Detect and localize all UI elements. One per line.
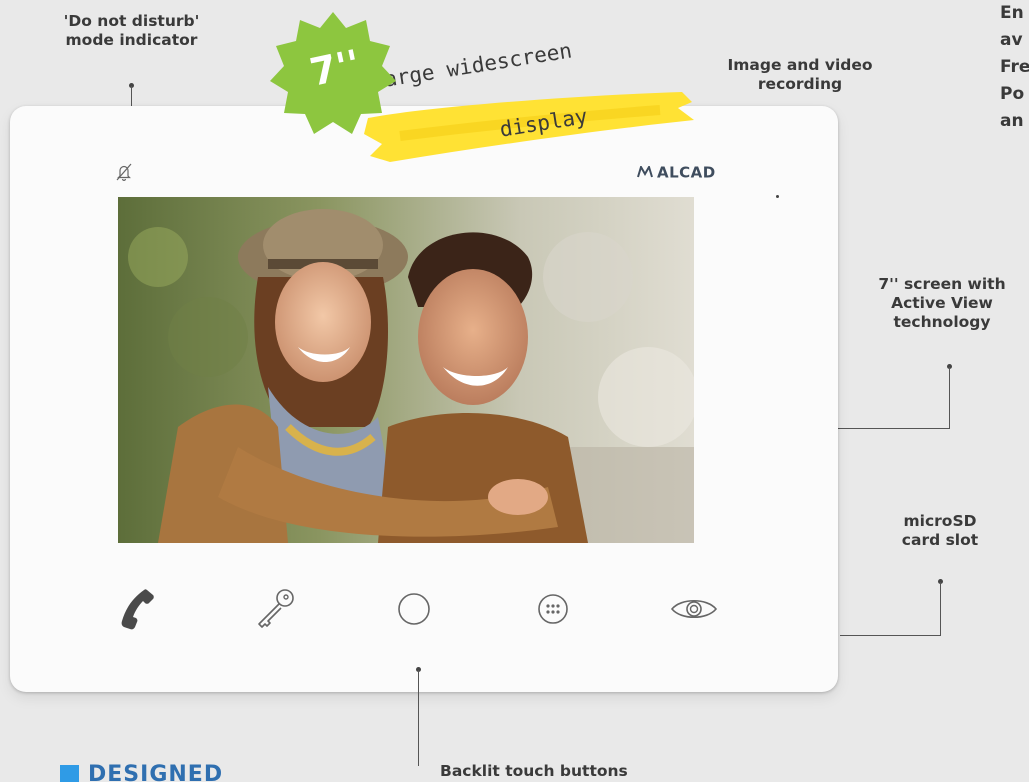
microsd-leader-line [940,582,941,636]
feature-fragment: av [1000,30,1023,50]
section-title: DESIGNED [88,762,224,782]
recording-callout-line: Image and video [727,56,873,74]
right-edge-feature-list: En av Fre Po an [1000,0,1029,135]
buttons-callout-line: Backlit touch buttons [440,762,628,780]
dnd-callout-line: mode indicator [65,31,198,49]
section-marker [60,765,79,782]
buttons-leader-line [418,670,419,766]
screen-callout-line: 7'' screen with [878,275,1006,293]
feature-fragment: Po [1000,84,1025,104]
monitor-screen [118,197,694,543]
dnd-callout: 'Do not disturb' mode indicator [40,12,223,50]
feature-fragment: an [1000,111,1024,131]
recording-callout-line: recording [757,75,843,93]
status-led [776,195,779,198]
microsd-callout-line: microSD [903,512,977,530]
screen-leader-line [949,367,950,429]
feature-fragment: En [1000,3,1024,23]
microsd-callout: microSD card slot [885,512,995,550]
screen-callout-line: Active View [891,294,993,312]
bell-off-icon [114,162,134,182]
buttons-callout: Backlit touch buttons [440,762,660,781]
grid-menu-icon[interactable] [527,583,579,635]
couple-photo [118,197,694,543]
microsd-callout-line: card slot [901,531,979,549]
microsd-leader-line [840,635,941,636]
screen-callout: 7'' screen with Active View technology [862,275,1022,332]
screen-callout-line: technology [893,313,991,331]
dnd-callout-line: 'Do not disturb' [63,12,200,30]
phone-handset-icon[interactable] [111,583,163,635]
recording-callout: Image and video recording [715,56,885,94]
eye-icon[interactable] [668,583,720,635]
feature-fragment: Fre [1000,57,1029,77]
circle-button-icon[interactable] [388,583,440,635]
key-icon[interactable] [248,583,300,635]
